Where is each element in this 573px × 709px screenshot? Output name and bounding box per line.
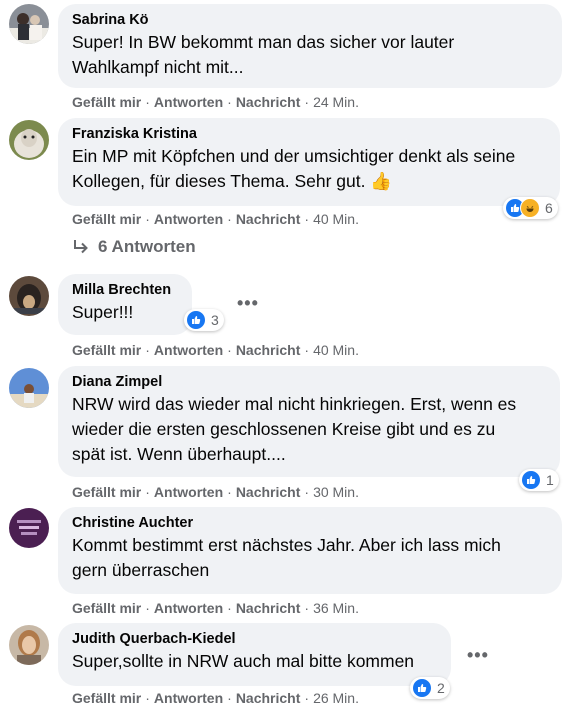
reply-link[interactable]: Antworten xyxy=(154,690,223,706)
like-link[interactable]: Gefällt mir xyxy=(72,94,141,110)
avatar[interactable] xyxy=(9,508,49,548)
comment-text-line: gern überraschen xyxy=(72,560,210,580)
separator: · xyxy=(227,342,232,358)
comment-author[interactable]: Milla Brechten xyxy=(72,281,180,300)
like-link[interactable]: Gefällt mir xyxy=(72,342,141,358)
comment-bubble: Christine Auchter Kommt bestimmt erst nä… xyxy=(58,507,562,594)
comment-bubble: Judith Querbach-Kiedel Super,sollte in N… xyxy=(58,623,451,686)
separator: · xyxy=(304,211,310,227)
like-link[interactable]: Gefällt mir xyxy=(72,690,141,706)
comment-text-line: Kommt bestimmt erst nächstes Jahr. Aber … xyxy=(72,535,501,555)
comment-text-line: Super! In BW bekommt man das sicher vor … xyxy=(72,32,455,52)
comment-bubble: Sabrina Kö Super! In BW bekommt man das … xyxy=(58,4,562,88)
comment-actions: Gefällt mir · Antworten · Nachricht · 40 Min. xyxy=(72,341,359,359)
comment-author[interactable]: Diana Zimpel xyxy=(72,373,548,392)
comment-author[interactable]: Franziska Kristina xyxy=(72,125,548,144)
reply-link[interactable]: Antworten xyxy=(154,342,223,358)
comment-text-line: wieder die ersten geschlossenen Kreise g… xyxy=(72,419,496,439)
separator: · xyxy=(304,690,310,706)
more-options-icon[interactable]: ••• xyxy=(237,293,259,314)
separator: · xyxy=(227,211,232,227)
message-link[interactable]: Nachricht xyxy=(236,690,301,706)
separator: · xyxy=(145,600,150,616)
reply-link[interactable]: Antworten xyxy=(154,211,223,227)
reaction-summary[interactable]: 1 xyxy=(519,469,559,491)
message-link[interactable]: Nachricht xyxy=(236,600,301,616)
reaction-summary[interactable]: 2 xyxy=(410,677,450,699)
timestamp[interactable]: 30 Min. xyxy=(313,484,359,500)
reaction-summary[interactable]: 6 xyxy=(503,197,558,219)
view-replies-link[interactable]: 6 Antworten xyxy=(72,237,196,257)
separator: · xyxy=(304,342,310,358)
comment-text-line: Ein MP mit Köpfchen und der umsichtiger … xyxy=(72,146,516,166)
avatar[interactable] xyxy=(9,276,49,316)
separator: · xyxy=(145,342,150,358)
separator: · xyxy=(145,484,150,500)
like-link[interactable]: Gefällt mir xyxy=(72,600,141,616)
message-link[interactable]: Nachricht xyxy=(236,342,301,358)
avatar[interactable] xyxy=(9,120,49,160)
comment-bubble: Franziska Kristina Ein MP mit Köpfchen u… xyxy=(58,118,560,206)
comment-actions: Gefällt mir · Antworten · Nachricht · 26 Min. xyxy=(72,689,359,707)
comment-text-line: Super,sollte in NRW auch mal bitte komme… xyxy=(72,651,415,671)
separator: · xyxy=(227,94,232,110)
reply-arrow-icon xyxy=(74,240,88,254)
separator: · xyxy=(145,211,150,227)
avatar[interactable] xyxy=(9,4,49,44)
comment-text-line: spät ist. Wenn überhaupt.... xyxy=(72,444,286,464)
comment-author[interactable]: Judith Querbach-Kiedel xyxy=(72,630,439,649)
timestamp[interactable]: 40 Min. xyxy=(313,342,359,358)
separator: · xyxy=(304,600,310,616)
avatar[interactable] xyxy=(9,625,49,665)
like-link[interactable]: Gefällt mir xyxy=(72,211,141,227)
separator: · xyxy=(227,484,232,500)
separator: · xyxy=(304,484,310,500)
comment-actions: Gefällt mir · Antworten · Nachricht · 30 Min. xyxy=(72,483,359,501)
like-icon xyxy=(186,310,206,330)
separator: · xyxy=(227,690,232,706)
comment-text-line: NRW wird das wieder mal nicht hinkriegen… xyxy=(72,394,517,414)
like-icon xyxy=(412,678,432,698)
thumbs-up-emoji: 👍 xyxy=(370,171,393,191)
timestamp[interactable]: 26 Min. xyxy=(313,690,359,706)
comment-bubble: Diana Zimpel NRW wird das wieder mal nic… xyxy=(58,366,560,477)
reaction-count: 1 xyxy=(546,472,554,488)
reply-link[interactable]: Antworten xyxy=(154,94,223,110)
message-link[interactable]: Nachricht xyxy=(236,484,301,500)
reply-link[interactable]: Antworten xyxy=(154,600,223,616)
haha-icon xyxy=(520,198,540,218)
reaction-count: 2 xyxy=(437,680,445,696)
like-icon xyxy=(521,470,541,490)
comment-author[interactable]: Christine Auchter xyxy=(72,514,550,533)
comment-text-line: Wahlkampf nicht mit... xyxy=(72,57,244,77)
separator: · xyxy=(145,94,150,110)
comment-author[interactable]: Sabrina Kö xyxy=(72,11,550,30)
reaction-summary[interactable]: 3 xyxy=(184,309,224,331)
avatar[interactable] xyxy=(9,368,49,408)
replies-count-label: 6 Antworten xyxy=(98,237,196,256)
message-link[interactable]: Nachricht xyxy=(236,94,301,110)
reaction-count: 3 xyxy=(211,312,219,328)
reply-link[interactable]: Antworten xyxy=(154,484,223,500)
like-link[interactable]: Gefällt mir xyxy=(72,484,141,500)
message-link[interactable]: Nachricht xyxy=(236,211,301,227)
comment-actions: Gefällt mir · Antworten · Nachricht · 24 Min. xyxy=(72,93,359,111)
separator: · xyxy=(145,690,150,706)
comment-text-line: Super!!! xyxy=(72,302,134,322)
more-options-icon[interactable]: ••• xyxy=(467,645,489,666)
reaction-count: 6 xyxy=(545,200,553,216)
timestamp[interactable]: 40 Min. xyxy=(313,211,359,227)
comment-bubble: Milla Brechten Super!!! xyxy=(58,274,192,335)
timestamp[interactable]: 24 Min. xyxy=(313,94,359,110)
comment-actions: Gefällt mir · Antworten · Nachricht · 40 Min. xyxy=(72,210,359,228)
separator: · xyxy=(227,600,232,616)
timestamp[interactable]: 36 Min. xyxy=(313,600,359,616)
comment-actions: Gefällt mir · Antworten · Nachricht · 36 Min. xyxy=(72,599,359,617)
separator: · xyxy=(304,94,310,110)
comment-text-line: Kollegen, für dieses Thema. Sehr gut. xyxy=(72,171,366,191)
